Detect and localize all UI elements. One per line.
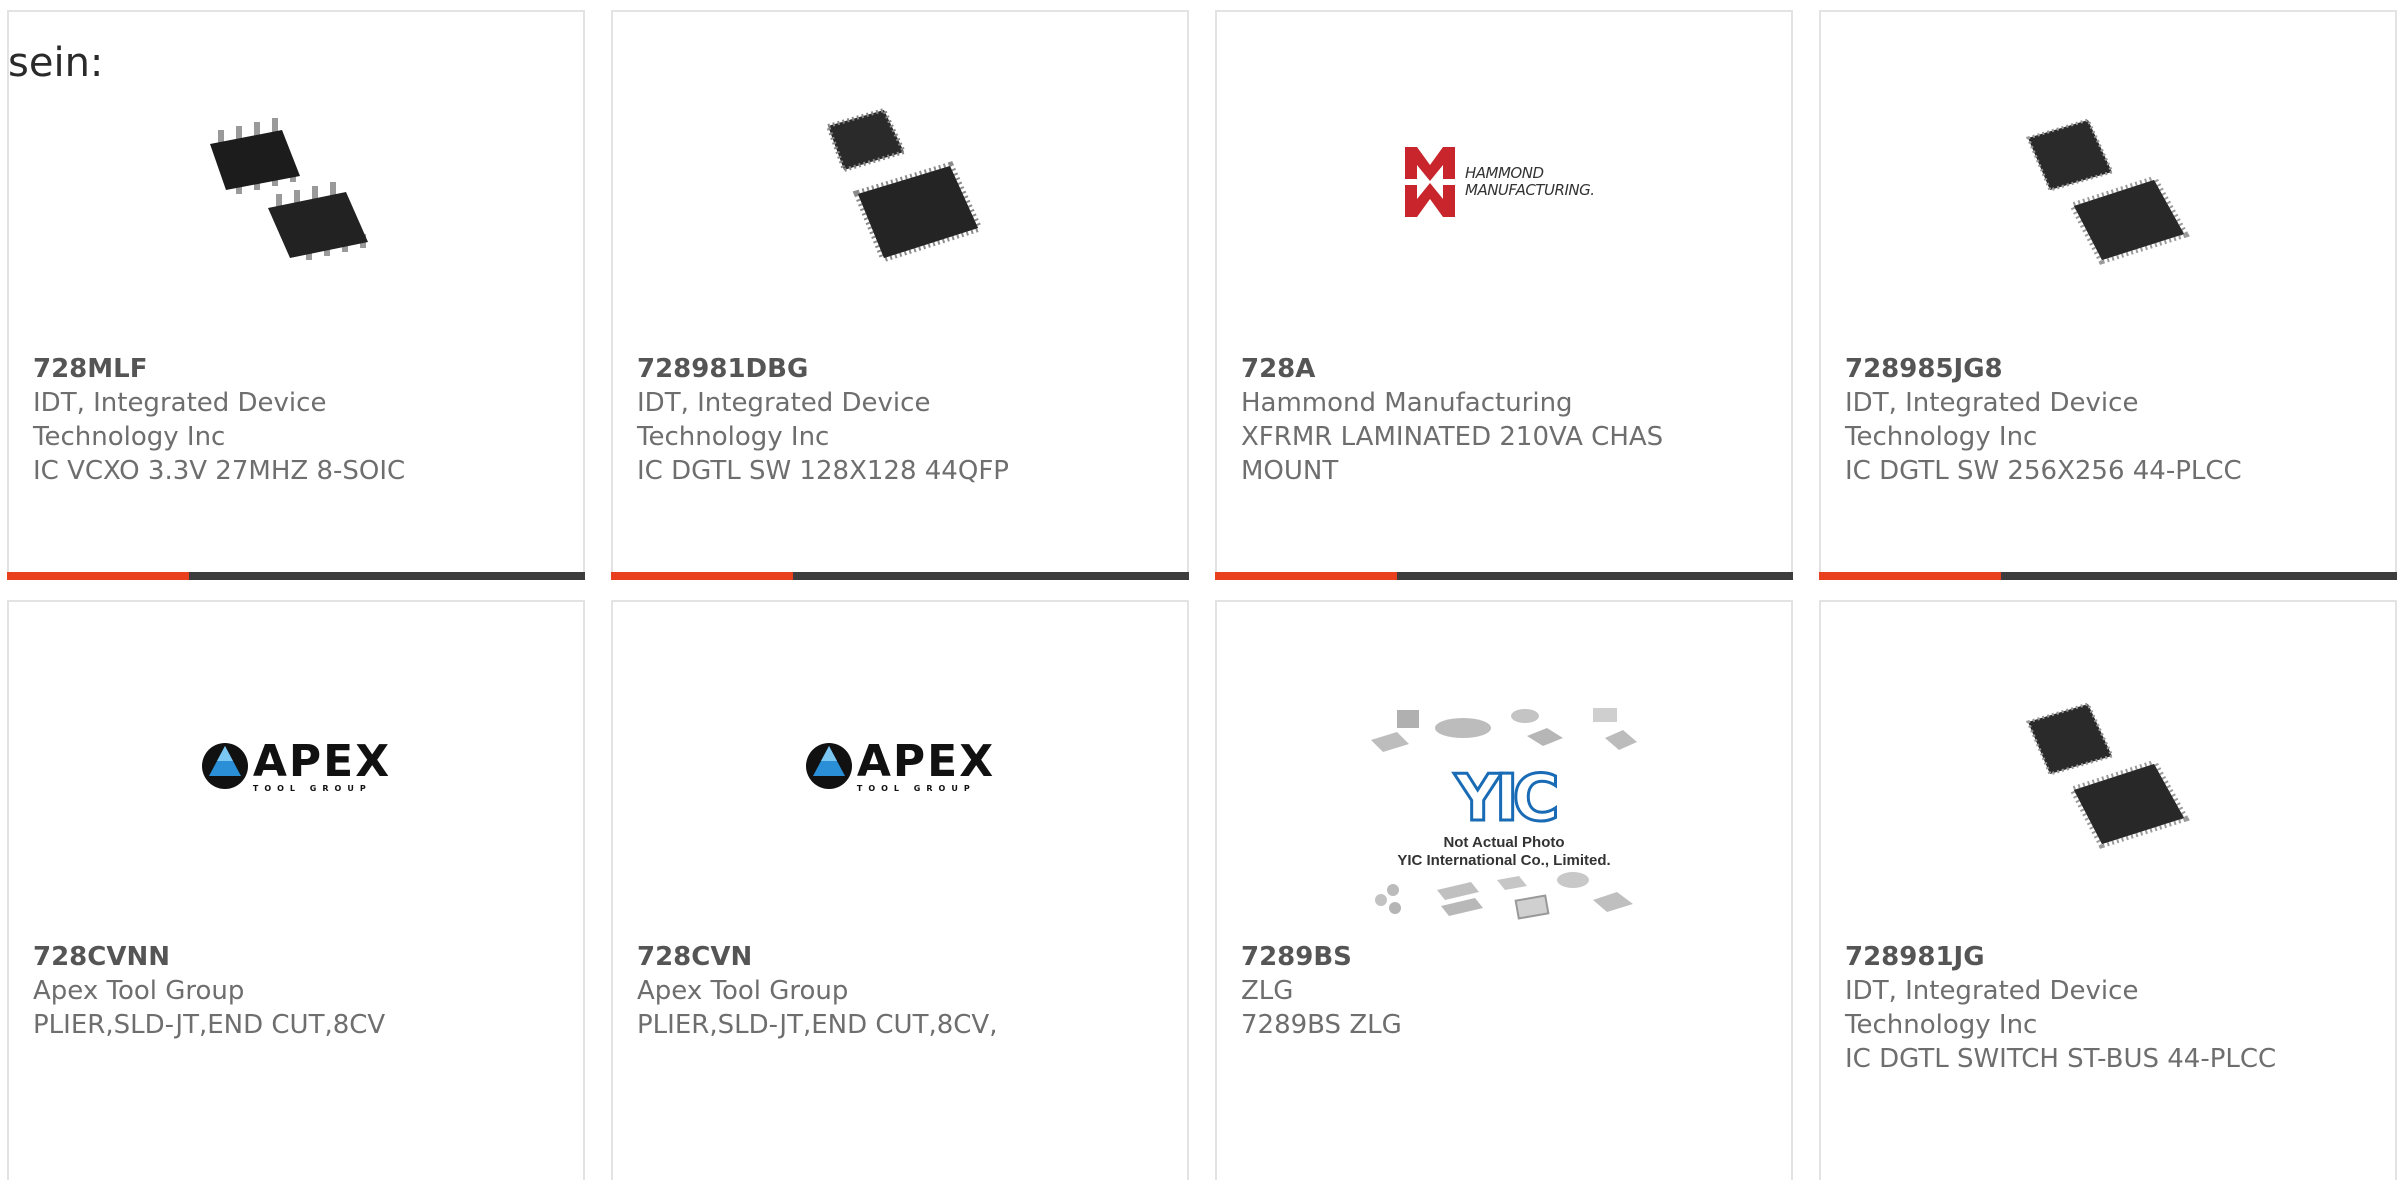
apex-mark-icon [805,743,852,789]
part-number[interactable]: 728981JG [1845,940,2285,974]
product-card[interactable]: 728981JG IDT, Integrated Device Technolo… [1819,600,2397,1180]
manufacturer: IDT, Integrated Device Technology Inc [1845,388,2139,452]
yic-placeholder: YIC Not Actual Photo YIC International C… [1367,704,1641,922]
manufacturer: Hammond Manufacturing [1241,388,1573,418]
product-image[interactable] [800,82,1000,282]
product-info: 728981JG IDT, Integrated Device Technolo… [1845,940,2285,1076]
yic-note-line1: Not Actual Photo [1443,834,1565,851]
hammond-logo-text: HAMMOND MANUFACTURING. [1465,164,1595,199]
product-info: 728CVN Apex Tool Group PLIER,SLD-JT,END … [637,940,1077,1042]
description: IC DGTL SW 128X128 44QFP [637,456,1009,486]
apex-logo: APEX TOOL GROUP [805,735,996,793]
soic-8-chip-icon [210,118,368,260]
part-number[interactable]: 728981DBG [637,352,1077,386]
hammond-logo: HAMMOND MANUFACTURING. [1403,143,1605,221]
manufacturer: IDT, Integrated Device Technology Inc [1845,976,2139,1040]
product-card[interactable]: YIC Not Actual Photo YIC International C… [1215,600,1793,1180]
manufacturer: IDT, Integrated Device Technology Inc [33,388,327,452]
product-image[interactable] [196,82,396,282]
product-image[interactable]: APEX TOOL GROUP [196,666,396,866]
apex-logo-text: APEX [856,735,996,787]
product-card[interactable]: 728985JG8 IDT, Integrated Device Technol… [1819,10,2397,580]
apex-logo-subtext: TOOL GROUP [856,783,976,793]
product-image[interactable]: APEX TOOL GROUP [800,666,1000,866]
card-accent-bar [1215,572,1793,580]
product-card[interactable]: 728981DBG IDT, Integrated Device Technol… [611,10,1189,580]
card-accent-bar [1819,572,2397,580]
component-thumbnails-icon [1375,872,1633,920]
product-card[interactable]: HAMMOND MANUFACTURING. 728A Hammond Manu… [1215,10,1793,580]
card-accent-bar [611,572,1189,580]
manufacturer: Apex Tool Group [33,976,245,1006]
manufacturer: IDT, Integrated Device Technology Inc [637,388,931,452]
part-number[interactable]: 728985JG8 [1845,352,2285,386]
yic-logo-text: YIC [1453,762,1561,836]
yic-note-line2: YIC International Co., Limited. [1397,852,1611,869]
product-info: 728985JG8 IDT, Integrated Device Technol… [1845,352,2285,488]
component-thumbnails-icon [1371,708,1637,752]
qfp-44-chip-icon [825,107,984,263]
description: 7289BS ZLG [1241,1010,1402,1040]
product-image[interactable] [2008,82,2208,282]
product-info: 728A Hammond Manufacturing XFRMR LAMINAT… [1241,352,1681,488]
apex-logo: APEX TOOL GROUP [201,735,392,793]
description: IC VCXO 3.3V 27MHZ 8-SOIC [33,456,406,486]
product-card[interactable]: APEX TOOL GROUP 728CVN Apex Tool Group P… [611,600,1189,1180]
product-info: 728981DBG IDT, Integrated Device Technol… [637,352,1077,488]
part-number[interactable]: 728A [1241,352,1681,386]
product-info: 7289BS ZLG 7289BS ZLG [1241,940,1681,1042]
intro-text: sein: [8,40,104,86]
manufacturer: ZLG [1241,976,1294,1006]
plcc-44-chip-icon [2025,118,2190,265]
product-image[interactable]: HAMMOND MANUFACTURING. [1404,82,1604,282]
part-number[interactable]: 728MLF [33,352,473,386]
product-info: 728MLF IDT, Integrated Device Technology… [33,352,473,488]
plcc-44-chip-icon [2025,702,2190,849]
part-number[interactable]: 7289BS [1241,940,1681,974]
manufacturer: Apex Tool Group [637,976,849,1006]
product-card[interactable]: 728MLF IDT, Integrated Device Technology… [7,10,585,580]
apex-mark-icon [201,743,248,789]
product-card[interactable]: APEX TOOL GROUP 728CVNN Apex Tool Group … [7,600,585,1180]
description: IC DGTL SW 256X256 44-PLCC [1845,456,2242,486]
apex-logo-text: APEX [252,735,392,787]
card-accent-bar [7,572,585,580]
description: XFRMR LAMINATED 210VA CHAS MOUNT [1241,422,1664,486]
product-info: 728CVNN Apex Tool Group PLIER,SLD-JT,END… [33,940,473,1042]
hammond-mark-icon [1405,147,1455,217]
apex-logo-subtext: TOOL GROUP [252,783,372,793]
part-number[interactable]: 728CVN [637,940,1077,974]
product-image[interactable] [2008,666,2208,866]
part-number[interactable]: 728CVNN [33,940,473,974]
description: PLIER,SLD-JT,END CUT,8CV [33,1010,386,1040]
description: IC DGTL SWITCH ST-BUS 44-PLCC [1845,1044,2277,1074]
description: PLIER,SLD-JT,END CUT,8CV, [637,1010,998,1040]
product-image[interactable]: YIC Not Actual Photo YIC International C… [1367,688,1641,938]
